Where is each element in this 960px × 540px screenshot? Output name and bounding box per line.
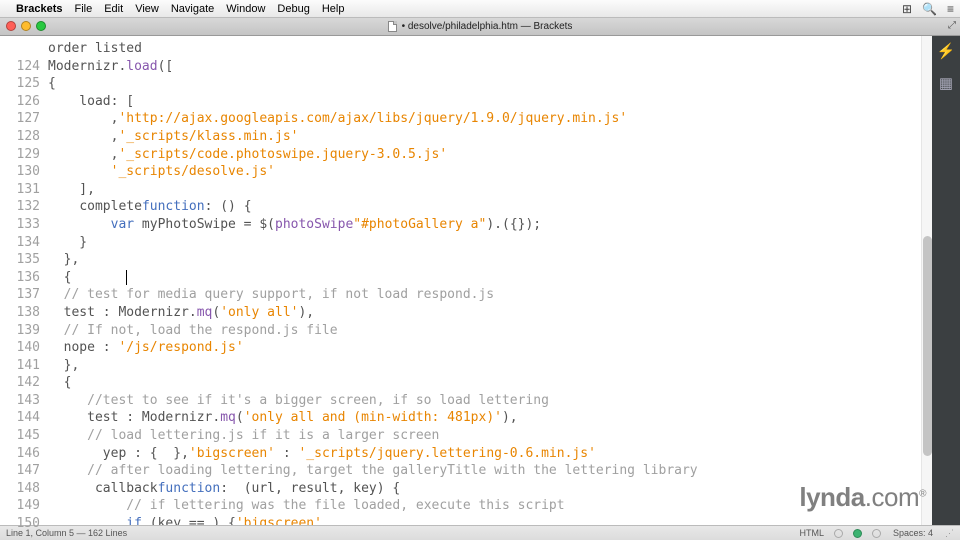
editor[interactable]: 1241251261271281291301311321331341351361… [0,36,960,525]
menu-edit[interactable]: Edit [104,3,123,15]
document-icon [388,21,397,32]
status-indicator-2[interactable] [853,529,862,538]
indentation-mode[interactable]: Spaces: 4 [893,528,933,538]
language-mode[interactable]: HTML [799,528,824,538]
menu-window[interactable]: Window [226,3,265,15]
app-menu[interactable]: Brackets [16,3,62,15]
scrollbar-track[interactable] [921,36,932,525]
scrollbar-thumb[interactable] [923,236,932,456]
title-text: • desolve/philadelphia.htm — Brackets [402,21,573,32]
minimize-window-button[interactable] [21,21,31,31]
menu-debug[interactable]: Debug [277,3,309,15]
zoom-window-button[interactable] [36,21,46,31]
menu-extras-icon[interactable]: ≡ [947,2,954,16]
live-preview-icon[interactable]: ⚡ [937,42,956,60]
menu-view[interactable]: View [135,3,159,15]
code-content[interactable]: order listedModernizr.load([{ load: [ ,'… [48,36,932,525]
status-indicator-3[interactable] [872,529,881,538]
extension-rail: ⚡ ▦ [932,36,960,525]
status-indicator-1[interactable] [834,529,843,538]
document-title: • desolve/philadelphia.htm — Brackets [388,21,573,32]
menu-help[interactable]: Help [322,3,345,15]
wifi-icon[interactable]: ⊞ [902,2,912,16]
statusbar: Line 1, Column 5 — 162 Lines HTML Spaces… [0,525,960,540]
fullscreen-icon[interactable]: ⤢ [948,20,956,31]
spotlight-icon[interactable]: 🔍 [922,2,937,16]
line-gutter: 1241251261271281291301311321331341351361… [0,36,48,525]
menubar: Brackets File Edit View Navigate Window … [0,0,960,18]
menu-navigate[interactable]: Navigate [171,3,214,15]
extension-manager-icon[interactable]: ▦ [939,74,953,92]
close-window-button[interactable] [6,21,16,31]
window-titlebar: • desolve/philadelphia.htm — Brackets ⤢ [0,18,960,36]
traffic-lights [6,21,46,31]
resize-grip-icon[interactable]: ⋰ [945,528,954,539]
menu-file[interactable]: File [74,3,92,15]
